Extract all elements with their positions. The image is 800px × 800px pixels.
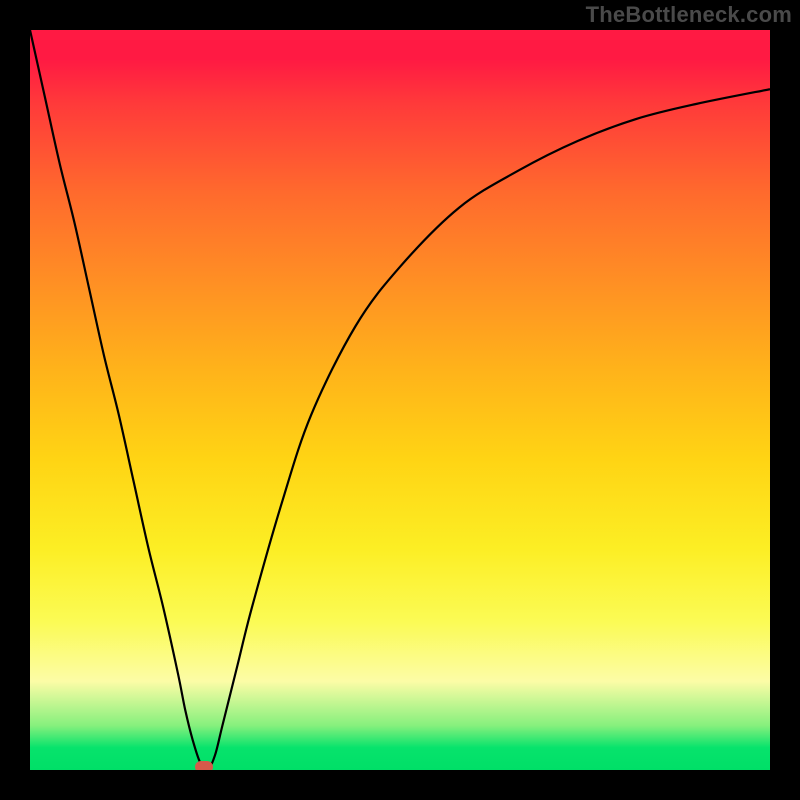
optimum-marker [195, 761, 213, 770]
curve-svg [30, 30, 770, 770]
bottleneck-curve [30, 30, 770, 770]
plot-area [30, 30, 770, 770]
chart-frame: TheBottleneck.com [0, 0, 800, 800]
watermark-text: TheBottleneck.com [586, 2, 792, 28]
